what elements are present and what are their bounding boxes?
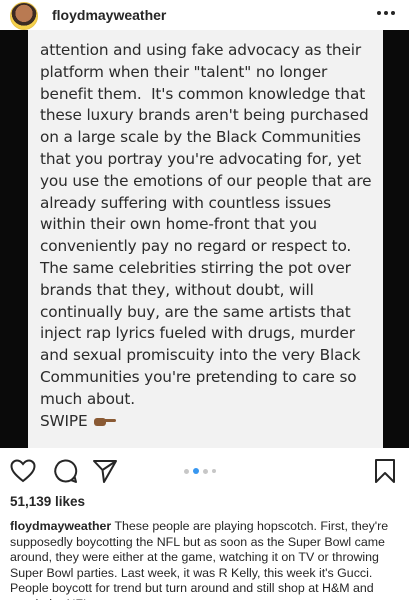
note-line: attention and using fake advocacy as the… (40, 41, 361, 59)
more-options-icon[interactable] (373, 3, 399, 23)
swipe-label: SWIPE (40, 411, 88, 430)
avatar[interactable] (10, 2, 38, 30)
note-line: and sexual promiscuity into the very Bla… (40, 346, 361, 365)
bookmark-icon[interactable] (372, 458, 398, 484)
comment-icon[interactable] (52, 458, 78, 484)
note-line: much about. (40, 389, 135, 408)
note-line: that you portray you're advocating for, … (40, 149, 361, 168)
pointing-hand-icon (93, 416, 116, 427)
note-line: conveniently pay no regard or respect to… (40, 237, 352, 256)
note-line: Communities you're pretending to care so (40, 367, 357, 386)
note-line: already suffering with countless issues (40, 193, 331, 212)
notes-screenshot: attention and using fake advocacy as the… (28, 30, 383, 448)
carousel-indicator (184, 468, 216, 474)
note-line: platform when their "talent" no longer (40, 62, 328, 81)
note-line: The same celebrities stirring the pot ov… (40, 258, 351, 277)
carousel-dot (184, 468, 189, 474)
note-line: you use the emotions of our people that … (40, 171, 372, 190)
post-header: floydmayweather (0, 0, 409, 30)
heart-icon[interactable] (10, 458, 36, 484)
carousel-dot (212, 469, 216, 473)
caption-username[interactable]: floydmayweather (10, 519, 111, 533)
header-username[interactable]: floydmayweather (52, 7, 166, 23)
post-image[interactable]: attention and using fake advocacy as the… (0, 30, 409, 448)
caption: floydmayweather These people are playing… (10, 519, 402, 600)
note-line: within their own home-front that you (40, 215, 317, 234)
carousel-dot-active (193, 468, 199, 474)
note-text: attention and using fake advocacy as the… (40, 40, 380, 432)
action-bar (0, 448, 409, 494)
carousel-dot (203, 468, 208, 474)
swipe-prompt: SWIPE (40, 411, 380, 433)
note-line: brands that they, without doubt, will (40, 280, 314, 299)
note-line: on a large scale by the Black Communitie… (40, 128, 361, 147)
note-line: these luxury brands aren't being purchas… (40, 106, 369, 125)
send-icon[interactable] (92, 458, 118, 484)
note-line: benefit them. It's common knowledge that (40, 84, 366, 103)
note-line: inject rap lyrics fueled with drugs, mur… (40, 324, 355, 343)
note-line: continually buy, are the same artists th… (40, 302, 351, 321)
like-count[interactable]: 51,139 likes (10, 494, 85, 509)
